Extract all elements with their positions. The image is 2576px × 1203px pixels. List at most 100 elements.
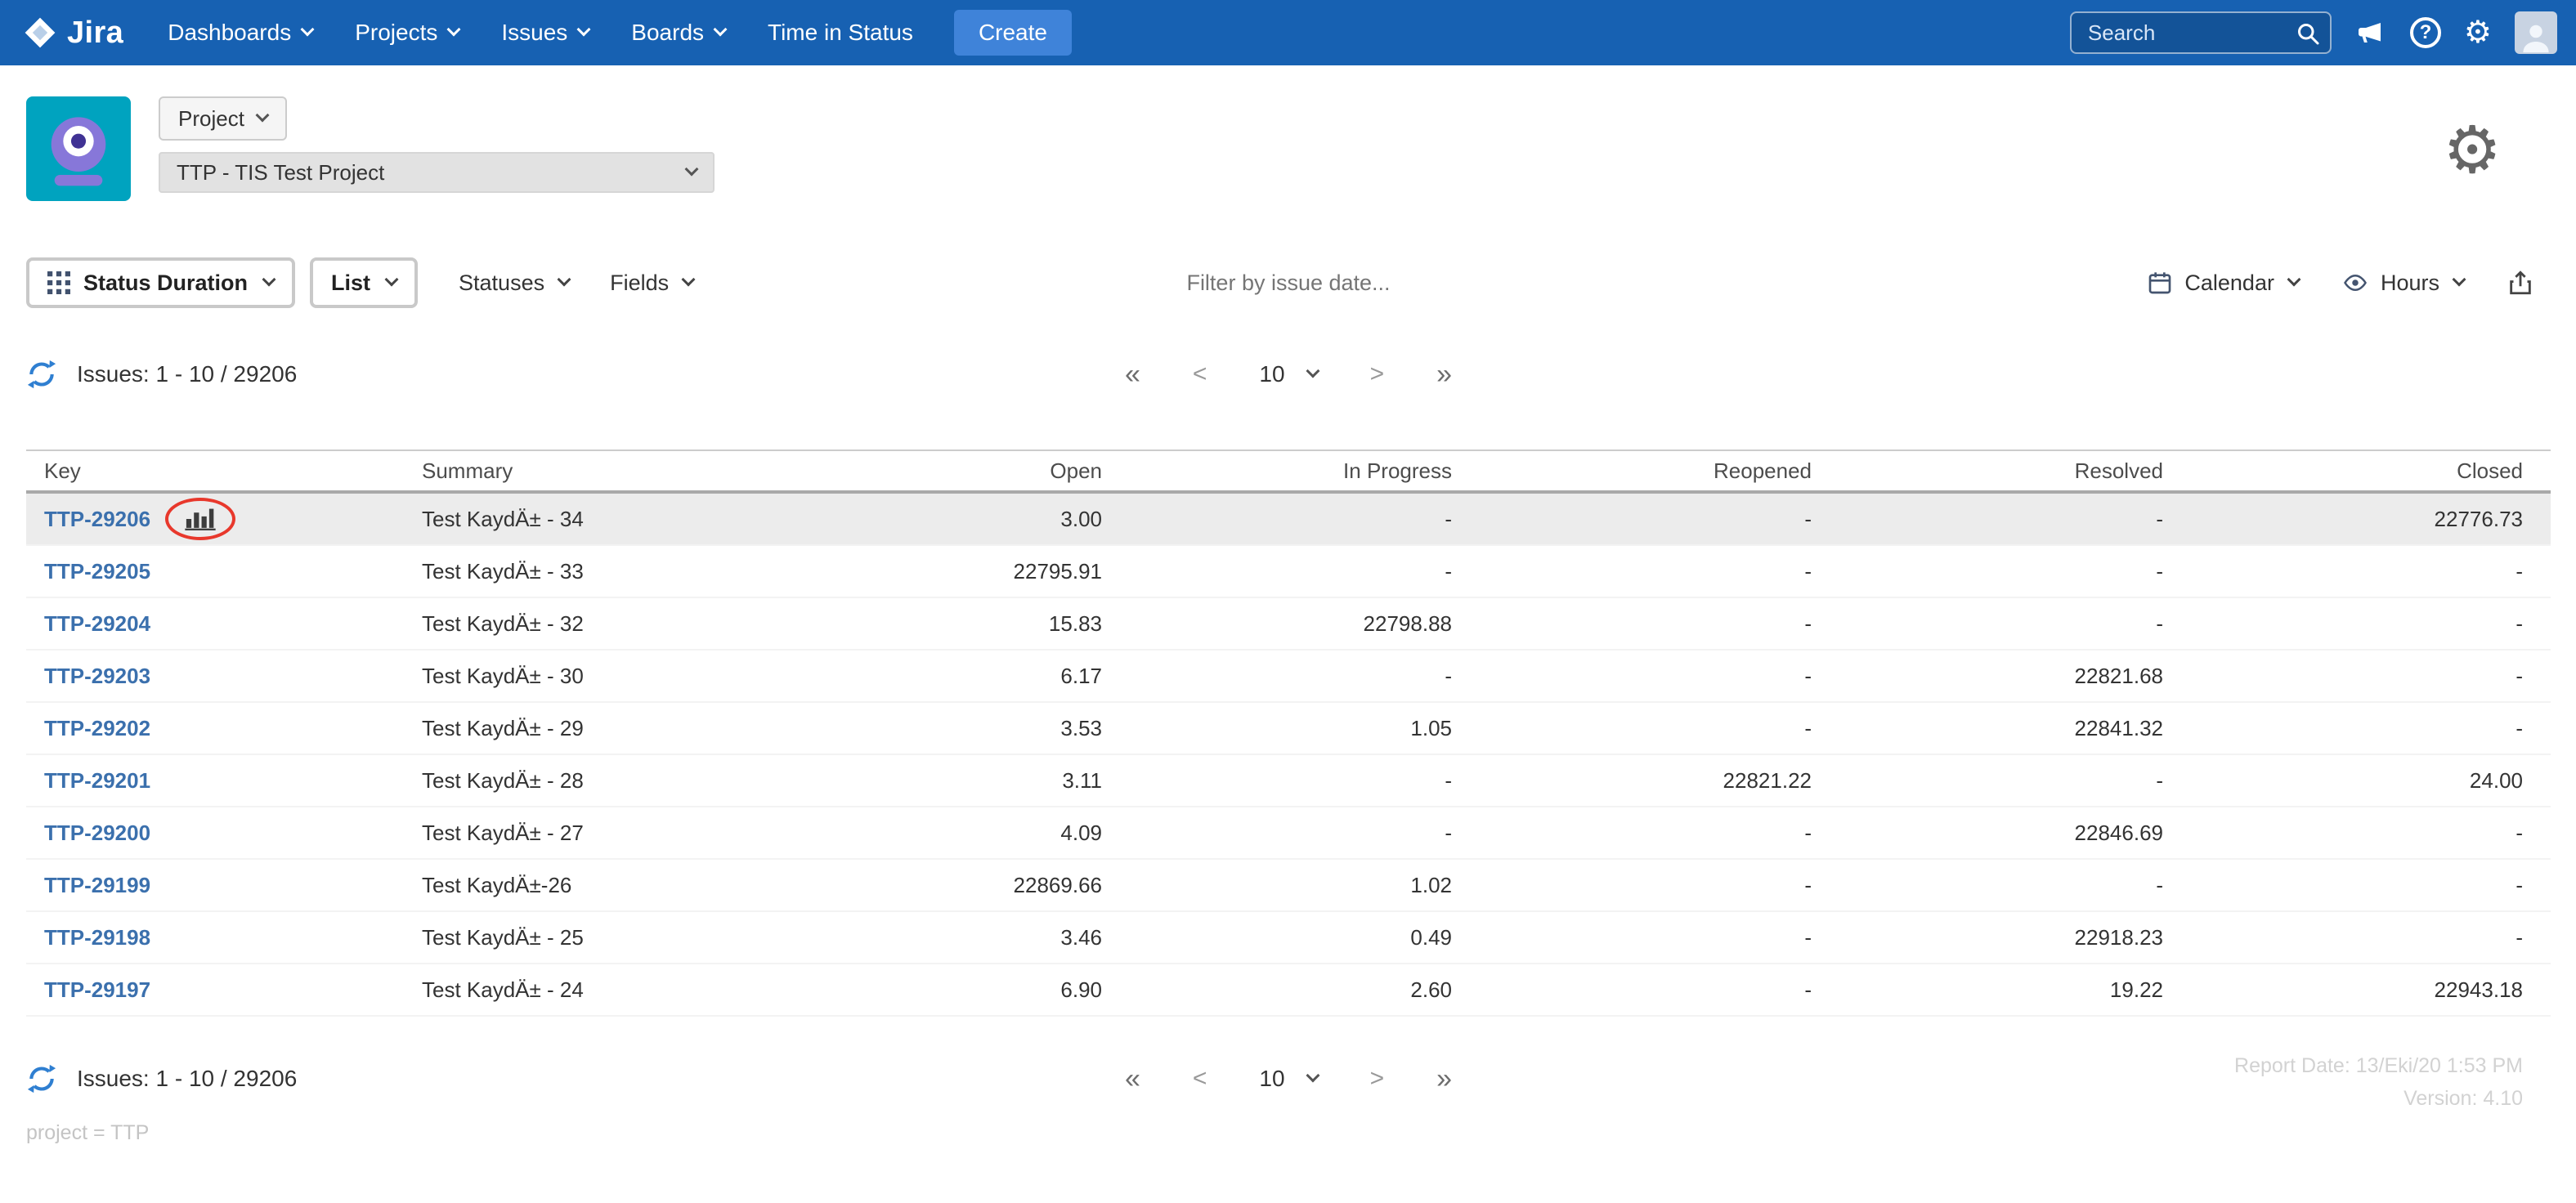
- view-mode-button[interactable]: List: [310, 257, 419, 308]
- nav-item-label: Boards: [631, 20, 705, 45]
- report-type-button[interactable]: Status Duration: [26, 257, 296, 308]
- issue-summary: Test KaydÄ± - 24: [422, 977, 584, 1002]
- reopened-cell: -: [1804, 663, 1812, 688]
- toolbar-right-cluster: Calendar Hours: [2147, 267, 2534, 298]
- page-size-select[interactable]: 10: [1259, 1066, 1320, 1092]
- resolved-cell: -: [2156, 767, 2163, 793]
- prev-page-button[interactable]: <: [1193, 362, 1207, 387]
- nav-item-label: Dashboards: [168, 20, 292, 45]
- issue-key-link[interactable]: TTP-29204: [44, 611, 150, 637]
- open-cell: 3.53: [1060, 715, 1102, 740]
- closed-cell: 22776.73: [2434, 506, 2523, 531]
- calendar-dropdown[interactable]: Calendar: [2147, 270, 2301, 296]
- table-row[interactable]: TTP-29202 Test KaydÄ± - 29 3.53 1.05 - 2…: [26, 703, 2551, 755]
- closed-cell: -: [2516, 558, 2523, 584]
- create-button[interactable]: Create: [953, 10, 1072, 56]
- chevron-down-icon: [713, 22, 728, 37]
- issue-key-link[interactable]: TTP-29202: [44, 716, 150, 741]
- bar-chart-icon: [185, 508, 216, 530]
- issue-key-link[interactable]: TTP-29201: [44, 768, 150, 794]
- next-page-button[interactable]: >: [1370, 1067, 1385, 1091]
- table-row[interactable]: TTP-29197 Test KaydÄ± - 24 6.90 2.60 - 1…: [26, 964, 2551, 1017]
- issue-key-link[interactable]: TTP-29197: [44, 977, 150, 1003]
- search-icon[interactable]: [2296, 21, 2320, 46]
- last-page-button[interactable]: »: [1436, 1065, 1452, 1093]
- issue-key-link[interactable]: TTP-29203: [44, 664, 150, 689]
- chevron-down-icon: [300, 22, 315, 37]
- help-icon[interactable]: ?: [2409, 17, 2441, 48]
- export-icon[interactable]: [2507, 267, 2534, 298]
- statuses-dropdown[interactable]: Statuses: [459, 270, 571, 296]
- chevron-down-icon: [557, 272, 571, 287]
- refresh-icon[interactable]: [26, 359, 57, 390]
- reopened-cell: -: [1804, 715, 1812, 740]
- table-row[interactable]: TTP-29203 Test KaydÄ± - 30 6.17 - - 2282…: [26, 651, 2551, 703]
- statuses-label: Statuses: [459, 270, 545, 295]
- issue-key-link[interactable]: TTP-29198: [44, 925, 150, 950]
- settings-gear-icon[interactable]: ⚙: [2464, 17, 2492, 48]
- chart-icon-annotation[interactable]: [165, 498, 236, 540]
- first-page-button[interactable]: «: [1125, 1065, 1140, 1093]
- key-cell: TTP-29202: [26, 716, 419, 741]
- brand-text: Jira: [67, 15, 124, 50]
- key-cell: TTP-29204: [26, 611, 419, 637]
- nav-item-time-in-status[interactable]: Time in Status: [746, 0, 934, 65]
- issue-summary: Test KaydÄ± - 29: [422, 715, 584, 740]
- reopened-cell: -: [1804, 977, 1812, 1002]
- nav-item-projects[interactable]: Projects: [334, 0, 480, 65]
- closed-cell: -: [2516, 663, 2523, 688]
- page-size-select[interactable]: 10: [1259, 361, 1320, 387]
- column-header-reopened[interactable]: Reopened: [1452, 458, 1812, 484]
- last-page-button[interactable]: »: [1436, 360, 1452, 388]
- issue-key-link[interactable]: TTP-29200: [44, 821, 150, 846]
- page-size-value: 10: [1259, 1066, 1285, 1091]
- column-header-key[interactable]: Key: [26, 458, 419, 484]
- prev-page-button[interactable]: <: [1193, 1067, 1207, 1091]
- column-header-closed[interactable]: Closed: [2163, 458, 2523, 484]
- fields-dropdown[interactable]: Fields: [610, 271, 696, 296]
- issue-key-link[interactable]: TTP-29199: [44, 873, 150, 898]
- in-progress-cell: -: [1445, 506, 1452, 531]
- table-row[interactable]: TTP-29198 Test KaydÄ± - 25 3.46 0.49 - 2…: [26, 912, 2551, 964]
- nav-item-boards[interactable]: Boards: [610, 0, 746, 65]
- table-row[interactable]: TTP-29204 Test KaydÄ± - 32 15.83 22798.8…: [26, 598, 2551, 651]
- report-date: Report Date: 13/Eki/20 1:53 PM: [2234, 1054, 2523, 1077]
- issue-key-link[interactable]: TTP-29206: [44, 507, 150, 532]
- user-avatar[interactable]: [2515, 11, 2557, 54]
- table-row[interactable]: TTP-29199 Test KaydÄ±-26 22869.66 1.02 -…: [26, 860, 2551, 912]
- search-input[interactable]: [2069, 11, 2332, 54]
- in-progress-cell: 1.02: [1410, 872, 1452, 897]
- reopened-cell: -: [1804, 924, 1812, 950]
- nav-item-issues[interactable]: Issues: [480, 0, 610, 65]
- report-type-label: Status Duration: [83, 270, 249, 295]
- open-cell: 15.83: [1048, 610, 1102, 636]
- column-header-open[interactable]: Open: [795, 458, 1102, 484]
- table-row[interactable]: TTP-29200 Test KaydÄ± - 27 4.09 - - 2284…: [26, 807, 2551, 860]
- project-type-label: Project: [178, 105, 244, 131]
- column-header-in-progress[interactable]: In Progress: [1102, 458, 1452, 484]
- table-row[interactable]: TTP-29201 Test KaydÄ± - 28 3.11 - 22821.…: [26, 755, 2551, 807]
- table-row[interactable]: TTP-29205 Test KaydÄ± - 33 22795.91 - - …: [26, 546, 2551, 598]
- column-header-resolved[interactable]: Resolved: [1812, 458, 2163, 484]
- issue-summary: Test KaydÄ± - 25: [422, 924, 584, 950]
- table-row[interactable]: TTP-29206 Test KaydÄ± - 34 3.00 - - - 22…: [26, 494, 2551, 546]
- project-header: Project TTP - TIS Test Project ⚙: [0, 65, 2576, 229]
- navbar-right-cluster: ? ⚙: [2069, 11, 2557, 54]
- project-select[interactable]: TTP - TIS Test Project: [159, 152, 715, 193]
- eye-icon: [2344, 274, 2367, 292]
- jira-logo[interactable]: Jira: [23, 16, 123, 51]
- project-type-button[interactable]: Project: [159, 96, 287, 141]
- feedback-megaphone-icon[interactable]: [2354, 18, 2387, 47]
- column-header-summary[interactable]: Summary: [419, 458, 795, 484]
- first-page-button[interactable]: «: [1125, 360, 1140, 388]
- refresh-icon[interactable]: [26, 1063, 57, 1094]
- issue-date-filter[interactable]: Filter by issue date...: [1186, 271, 1390, 296]
- time-unit-dropdown[interactable]: Hours: [2341, 271, 2466, 296]
- closed-cell: -: [2516, 924, 2523, 950]
- issue-key-link[interactable]: TTP-29205: [44, 559, 150, 584]
- key-cell: TTP-29199: [26, 873, 419, 898]
- reopened-cell: -: [1804, 558, 1812, 584]
- next-page-button[interactable]: >: [1370, 362, 1385, 387]
- report-settings-gear-icon[interactable]: ⚙: [2443, 118, 2502, 183]
- nav-item-dashboards[interactable]: Dashboards: [146, 0, 334, 65]
